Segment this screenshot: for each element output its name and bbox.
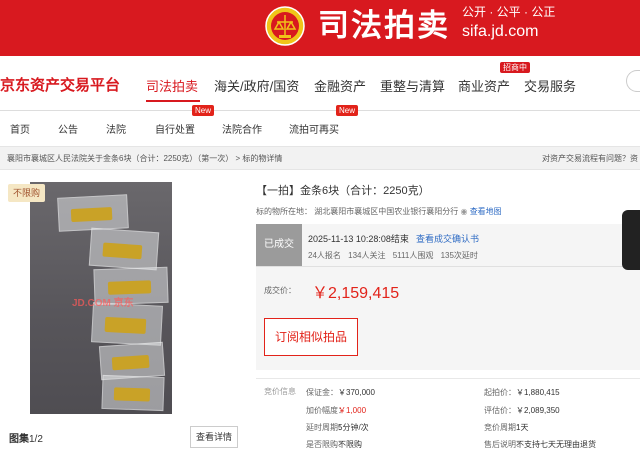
new-tag: New bbox=[336, 105, 359, 116]
subnav-court-cooperation[interactable]: 法院合作 bbox=[222, 121, 262, 136]
gold-bar-image bbox=[101, 374, 165, 412]
jd-watermark: JD.COM 京东 bbox=[72, 298, 134, 309]
top-banner: 司法拍卖 公开 · 公平 · 公正 sifa.jd.com bbox=[0, 0, 640, 56]
gold-bar-image bbox=[57, 194, 129, 232]
term-label: 保证金： bbox=[306, 388, 338, 397]
location-line: 标的物所在地： 湖北襄阳市襄城区中国农业银行襄阳分行 ◉ 查看地图 bbox=[256, 206, 502, 217]
term-label: 加价幅度： bbox=[306, 406, 346, 415]
term-value: 不支持七天无理由退货 bbox=[516, 440, 596, 449]
term-value: ￥1,880,415 bbox=[516, 388, 560, 397]
subnav-failed-auction-rebuy[interactable]: 流拍可再买 bbox=[289, 121, 339, 136]
nav-item-commercial-assets[interactable]: 商业资产 bbox=[458, 76, 510, 95]
view-map-link[interactable]: 查看地图 bbox=[470, 207, 502, 216]
nav-item-judicial-auction[interactable]: 司法拍卖 bbox=[146, 76, 198, 95]
lot-title: 【一拍】金条6块（合计：2250克） bbox=[256, 185, 430, 197]
map-pin-icon: ◉ bbox=[460, 207, 468, 216]
term-item: 延时周期：5分钟/次 bbox=[306, 422, 369, 433]
term-value: ￥2,089,350 bbox=[516, 406, 560, 415]
term-item: 保证金：￥370,000 bbox=[306, 387, 375, 398]
gold-bar-shape bbox=[102, 242, 143, 260]
side-toolbar-edge[interactable] bbox=[622, 210, 640, 270]
term-label: 起拍价： bbox=[484, 388, 516, 397]
term-item: 是否限购：不限购 bbox=[306, 439, 362, 450]
deal-price-label: 成交价： bbox=[264, 286, 296, 295]
main-nav: 京东资产交易平台 司法拍卖 海关/政府/国资 金融资产 重整与清算 商业资产 招… bbox=[0, 56, 640, 110]
nav-item-financial-assets[interactable]: 金融资产 bbox=[314, 76, 366, 95]
term-item: 售后说明：不支持七天无理由退货 bbox=[484, 439, 596, 450]
term-value: 1天 bbox=[516, 423, 529, 432]
follow-count: 134人关注 bbox=[348, 251, 386, 260]
gold-bar-image bbox=[88, 227, 160, 271]
view-count: 5111人围观 bbox=[392, 251, 434, 260]
banner-title: 司法拍卖 bbox=[318, 8, 450, 43]
gallery-index: 1/2 bbox=[29, 434, 43, 445]
lot-photo[interactable]: JD.COM 京东 bbox=[30, 182, 172, 414]
gallery-counter: 图集1/2 bbox=[9, 430, 43, 445]
new-tag: New bbox=[192, 105, 215, 116]
subnav-home[interactable]: 首页 bbox=[10, 121, 30, 136]
term-value: 5分钟/次 bbox=[338, 423, 369, 432]
location-label: 标的物所在地： bbox=[256, 207, 312, 216]
nav-item-restructuring[interactable]: 重整与清算 bbox=[380, 76, 445, 95]
help-link[interactable]: 对资产交易流程有问题？资 bbox=[542, 153, 638, 164]
gold-bar-shape bbox=[104, 317, 147, 335]
view-confirmation-link[interactable]: 查看成交确认书 bbox=[416, 232, 479, 245]
term-value: 不限购 bbox=[338, 440, 362, 449]
auction-status-panel: 已成交 2025-11-13 10:28:08结束 查看成交确认书 24人报名 … bbox=[256, 224, 640, 370]
court-emblem-icon bbox=[265, 6, 305, 46]
image-gallery: JD.COM 京东 不限购 图集1/2 查看详情 bbox=[0, 174, 244, 462]
auction-stats: 24人报名 134人关注 5111人围观 135次延时 bbox=[308, 250, 483, 261]
gold-bar-shape bbox=[111, 354, 150, 371]
location-value: 湖北襄阳市襄城区中国农业银行襄阳分行 bbox=[314, 207, 459, 216]
term-label: 延时周期： bbox=[306, 423, 346, 432]
banner-domain: sifa.jd.com bbox=[462, 23, 539, 40]
term-label: 是否限购： bbox=[306, 440, 346, 449]
subnav-courts[interactable]: 法院 bbox=[106, 121, 126, 136]
end-time: 2025-11-13 10:28:08结束 bbox=[308, 234, 409, 244]
term-value: ￥370,000 bbox=[338, 388, 375, 397]
breadcrumb: 襄阳市襄城区人民法院关于金条6块（合计：2250克）（第一次） > 标的物详情 … bbox=[0, 146, 640, 170]
status-badge: 已成交 bbox=[256, 224, 302, 266]
site-logo[interactable]: 京东资产交易平台 bbox=[0, 74, 120, 95]
nav-more-handle[interactable] bbox=[626, 70, 640, 92]
delay-count: 135次延时 bbox=[440, 251, 478, 260]
bidding-terms: 竞价信息 保证金：￥370,000 起拍价：￥1,880,415 加价幅度：￥1… bbox=[256, 378, 640, 462]
nav-item-customs-government[interactable]: 海关/政府/国资 bbox=[214, 76, 299, 95]
term-label: 售后说明： bbox=[484, 440, 524, 449]
nav-item-trading-services[interactable]: 交易服务 bbox=[524, 76, 576, 95]
divider bbox=[256, 266, 640, 267]
term-item: 评估价：￥2,089,350 bbox=[484, 405, 560, 416]
deal-price: ￥2,159,415 bbox=[312, 285, 400, 302]
sub-nav: 首页 公告 法院 自行处置 New 法院合作 流拍可再买 New bbox=[0, 105, 640, 144]
term-item: 加价幅度：￥1,000 bbox=[306, 405, 366, 416]
gallery-label: 图集 bbox=[9, 434, 29, 445]
term-item: 起拍价：￥1,880,415 bbox=[484, 387, 560, 398]
signup-count: 24人报名 bbox=[308, 251, 341, 260]
no-limit-tag: 不限购 bbox=[8, 184, 46, 202]
breadcrumb-path[interactable]: 襄阳市襄城区人民法院关于金条6块（合计：2250克）（第一次） > 标的物详情 bbox=[7, 153, 282, 164]
banner-slogan: 公开 · 公平 · 公正 bbox=[462, 5, 556, 19]
term-label: 评估价： bbox=[484, 406, 516, 415]
recruiting-badge: 招商中 bbox=[500, 62, 530, 73]
subscribe-similar-button[interactable]: 订阅相似拍品 bbox=[264, 318, 358, 356]
subnav-announcements[interactable]: 公告 bbox=[58, 121, 78, 136]
nav-active-indicator bbox=[146, 100, 200, 102]
subnav-self-disposal[interactable]: 自行处置 bbox=[155, 121, 195, 136]
terms-heading: 竞价信息 bbox=[264, 387, 296, 396]
term-value: ￥1,000 bbox=[338, 406, 367, 415]
term-item: 竞价周期：1天 bbox=[484, 422, 528, 433]
term-label: 竞价周期： bbox=[484, 423, 524, 432]
view-details-button[interactable]: 查看详情 bbox=[190, 426, 238, 448]
gold-bar-shape bbox=[71, 207, 113, 223]
gold-bar-shape bbox=[113, 387, 150, 402]
